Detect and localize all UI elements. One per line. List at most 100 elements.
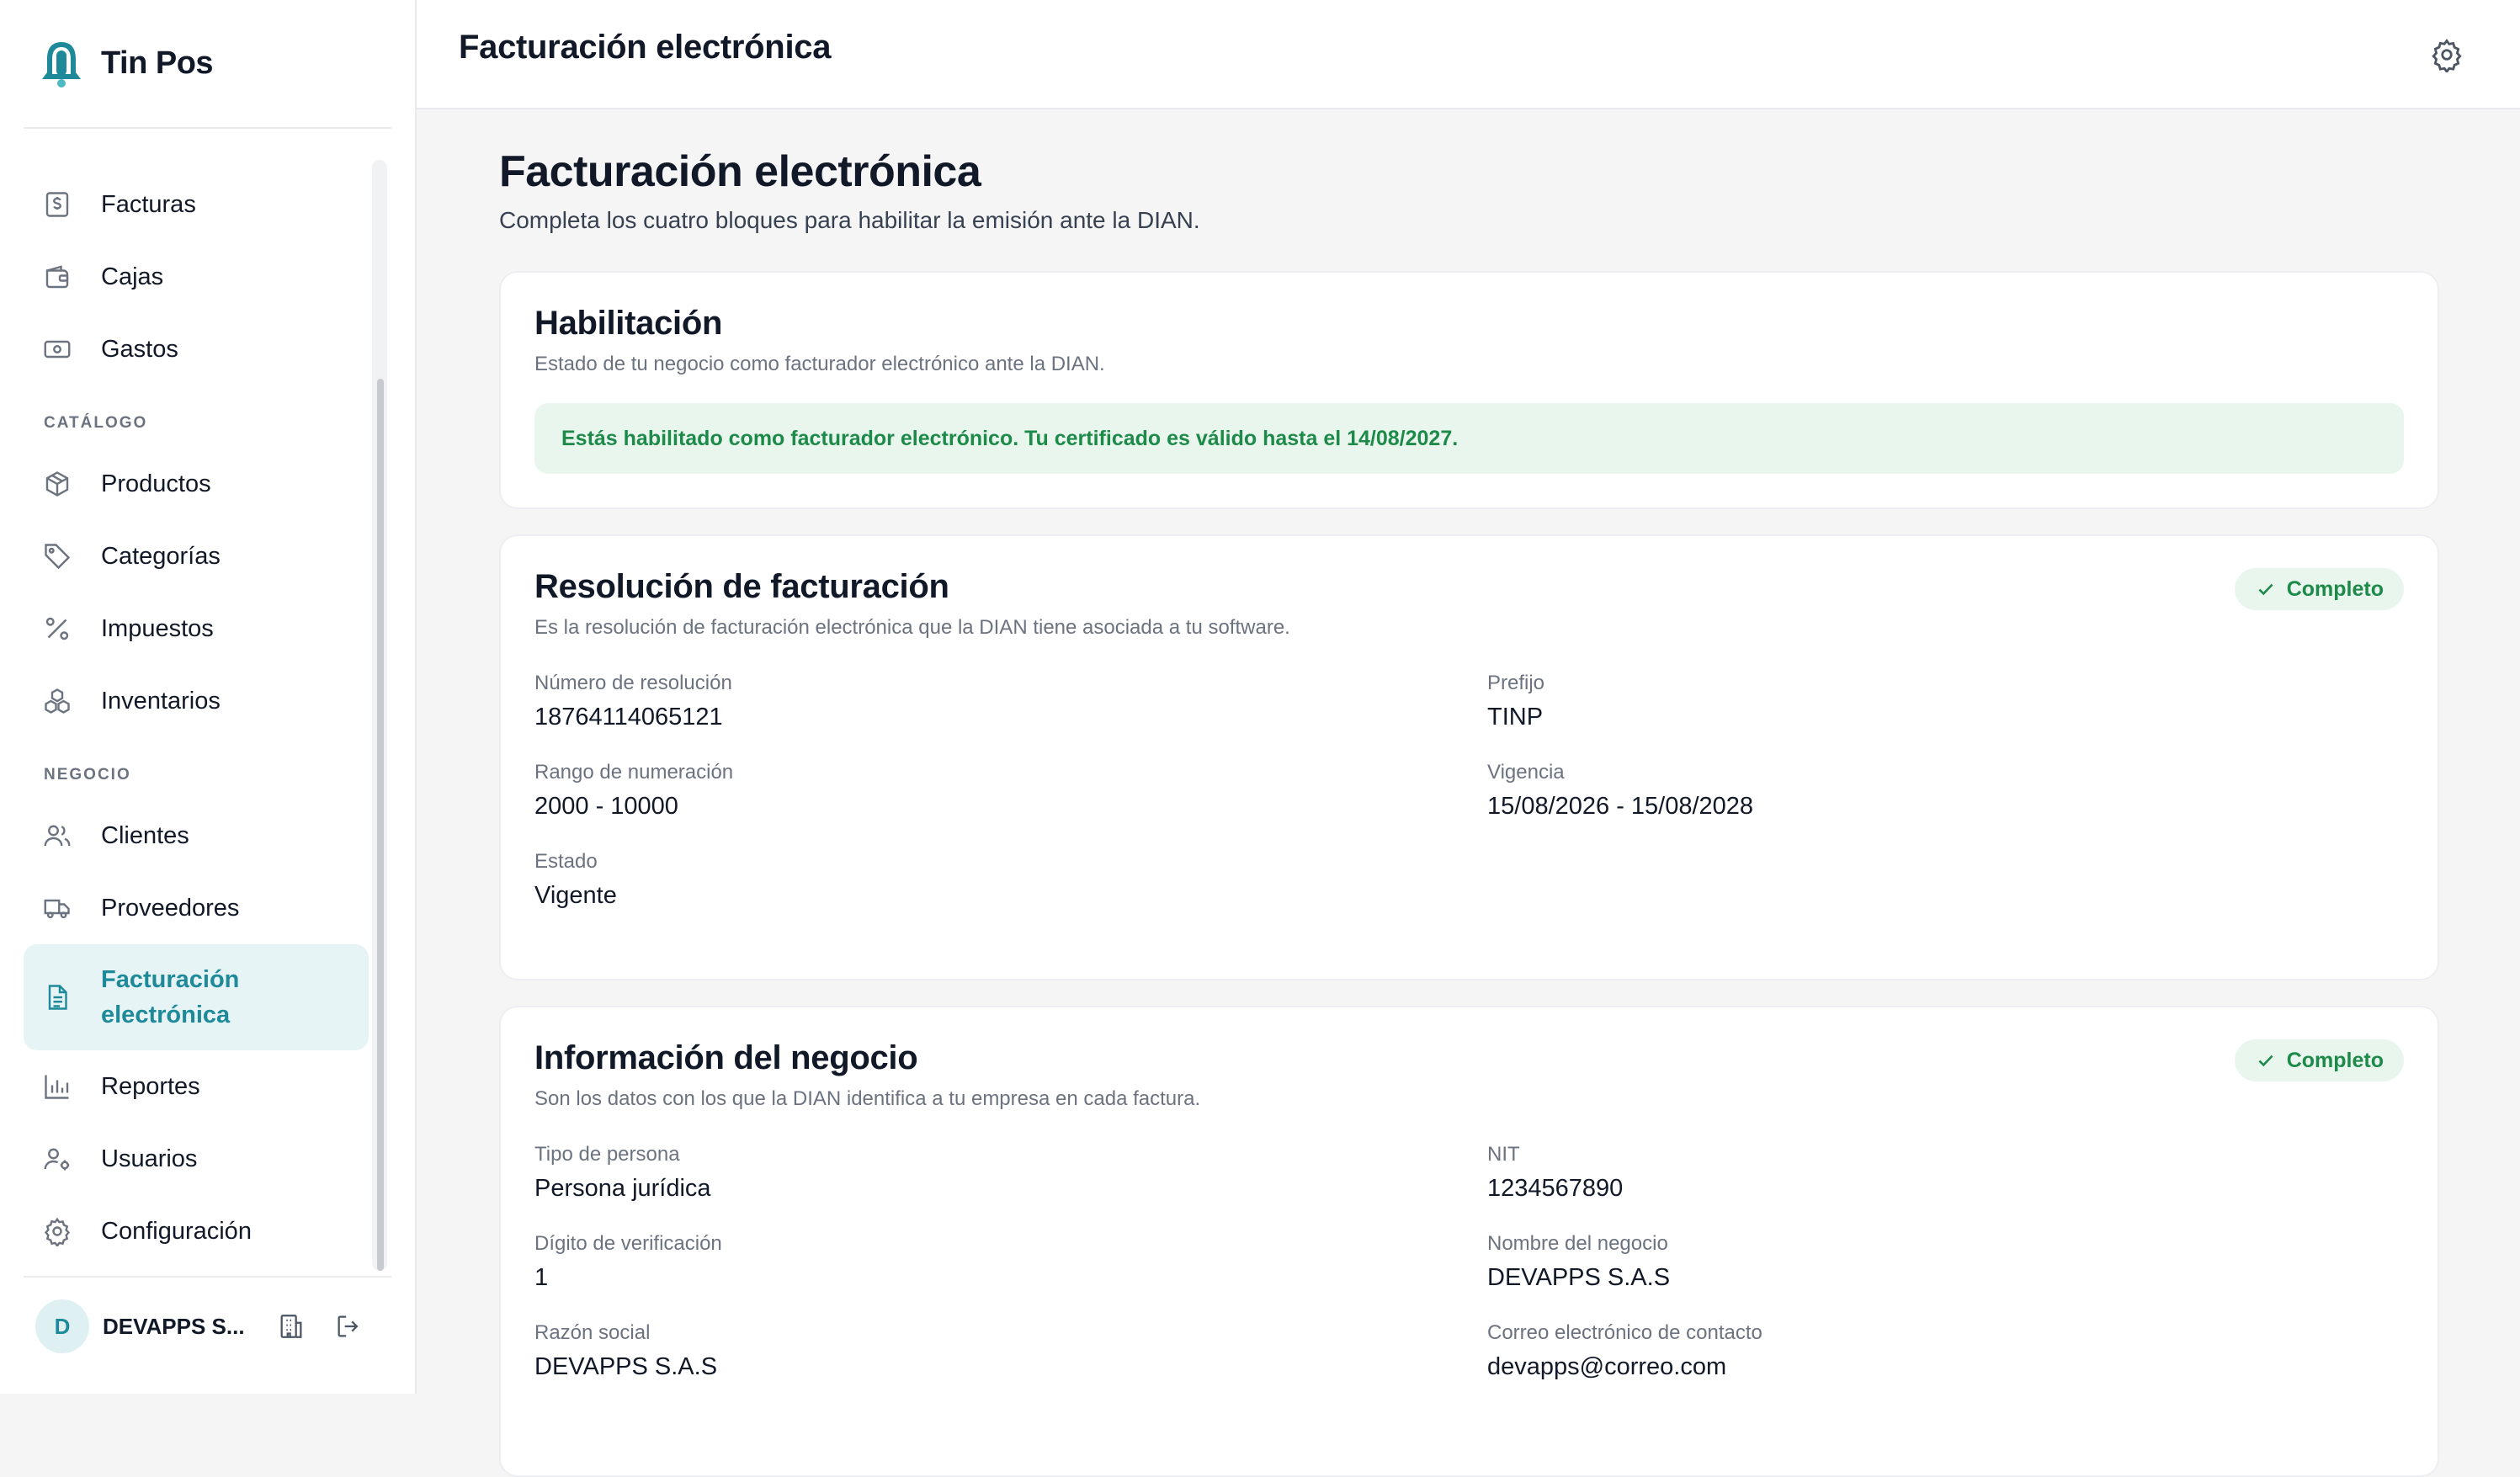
resolucion-fields: Número de resolución 18764114065121 Pref… — [534, 658, 2404, 926]
section-business: NEGOCIO — [44, 766, 131, 784]
sidebar-item-gastos[interactable]: Gastos — [24, 313, 369, 385]
field-label: Rango de numeración — [534, 761, 734, 784]
bell-logo-icon — [42, 42, 81, 88]
status-badge-label: Completo — [2286, 1048, 2384, 1072]
box-icon — [45, 471, 69, 497]
card-description: Son los datos con los que la DIAN identi… — [534, 1087, 1201, 1110]
field-label: Nombre del negocio — [1487, 1232, 1668, 1255]
field-value: 1 — [534, 1264, 549, 1291]
field-nombre-negocio: Nombre del negocio DEVAPPS S.A.S — [1487, 1219, 2413, 1308]
field-vigencia: Vigencia 15/08/2026 - 15/08/2028 — [1487, 747, 2413, 837]
brand-name: Tin Pos — [101, 45, 214, 81]
card-title: Información del negocio — [534, 1039, 918, 1076]
sidebar-item-categorias[interactable]: Categorías — [24, 520, 369, 592]
switch-business-button[interactable] — [271, 1306, 311, 1347]
dollar-receipt-icon — [45, 192, 69, 217]
sidebar-item-label: Clientes — [101, 821, 189, 849]
field-value: 15/08/2026 - 15/08/2028 — [1487, 793, 1754, 820]
sidebar-item-label: Reportes — [101, 1072, 200, 1100]
sidebar-item-configuracion[interactable]: Configuración — [24, 1195, 369, 1267]
status-badge-label: Completo — [2286, 576, 2384, 601]
negocio-card: Información del negocio Completo Son los… — [499, 1006, 2439, 1477]
bar-chart-icon — [45, 1075, 69, 1099]
check-icon — [2258, 583, 2273, 596]
sidebar-scrollbar-thumb[interactable] — [377, 379, 384, 1271]
status-badge: Completo — [2234, 568, 2404, 610]
percent-icon — [45, 617, 69, 640]
sidebar-item-label: Impuestos — [101, 614, 214, 642]
user-panel: D DEVAPPS S... — [35, 1299, 369, 1353]
sidebar-item-proveedores[interactable]: Proveedores — [24, 872, 369, 944]
field-rango-numeracion: Rango de numeración 2000 - 10000 — [534, 747, 1487, 837]
card-title: Habilitación — [534, 305, 723, 342]
field-label: Tipo de persona — [534, 1143, 680, 1166]
sidebar-item-productos[interactable]: Productos — [24, 448, 369, 520]
field-value: Persona jurídica — [534, 1175, 711, 1202]
field-value: Vigente — [534, 882, 617, 909]
boxes-icon — [45, 688, 70, 714]
sidebar-item-facturas[interactable]: Facturas — [24, 168, 369, 241]
status-badge: Completo — [2234, 1039, 2404, 1081]
users-icon — [44, 825, 71, 847]
sidebar-nav: Facturas Cajas Gastos CATÁLOGO Productos — [24, 168, 369, 1267]
field-prefijo: Prefijo TINP — [1487, 658, 2413, 747]
field-label: Dígito de verificación — [534, 1232, 722, 1255]
document-icon — [48, 985, 67, 1010]
sidebar-item-reportes[interactable]: Reportes — [24, 1050, 369, 1123]
field-correo-contacto: Correo electrónico de contacto devapps@c… — [1487, 1308, 2413, 1397]
sidebar: Tin Pos Facturas Cajas Gastos CATÁLOGO P… — [0, 0, 417, 1394]
user-cog-icon — [44, 1148, 70, 1171]
main-content: Facturación electrónica Completa los cua… — [499, 109, 2439, 1477]
sidebar-item-label: Facturación electrónica — [101, 966, 240, 1028]
logout-icon — [338, 1315, 359, 1337]
truck-icon — [44, 899, 70, 919]
avatar[interactable]: D — [35, 1299, 89, 1353]
sidebar-item-impuestos[interactable]: Impuestos — [24, 592, 369, 665]
field-nit: NIT 1234567890 — [1487, 1129, 2413, 1219]
field-numero-resolucion: Número de resolución 18764114065121 — [534, 658, 1487, 747]
sidebar-item-label: Facturas — [101, 190, 196, 218]
field-value: TINP — [1487, 704, 1544, 731]
sidebar-item-label: Inventarios — [101, 687, 221, 715]
section-catalog: CATÁLOGO — [44, 414, 148, 432]
user-divider — [24, 1276, 391, 1278]
field-value: devapps@correo.com — [1487, 1353, 1727, 1380]
sidebar-item-label: Proveedores — [101, 894, 240, 922]
settings-gear-icon[interactable] — [2429, 37, 2464, 72]
page-title: Facturación electrónica — [499, 147, 981, 196]
card-title: Resolución de facturación — [534, 568, 949, 605]
sidebar-item-facturacion-electronica[interactable]: Facturación electrónica — [24, 944, 369, 1050]
tag-icon — [45, 544, 71, 570]
field-value: 1234567890 — [1487, 1175, 1624, 1202]
top-header: Facturación electrónica — [417, 0, 2520, 109]
field-label: Correo electrónico de contacto — [1487, 1321, 1762, 1344]
brand-divider — [24, 127, 391, 129]
field-value: DEVAPPS S.A.S — [534, 1353, 718, 1380]
user-name: DEVAPPS S... — [103, 1313, 245, 1339]
check-icon — [2258, 1055, 2273, 1067]
sidebar-item-label: Categorías — [101, 542, 221, 570]
card-description: Es la resolución de facturación electrón… — [534, 616, 1290, 639]
field-label: NIT — [1487, 1143, 1520, 1166]
field-value: 18764114065121 — [534, 704, 723, 731]
field-digito-verificacion: Dígito de verificación 1 — [534, 1219, 1487, 1308]
banknote-icon — [44, 340, 71, 359]
sidebar-item-label: Cajas — [101, 263, 164, 290]
resolucion-card: Resolución de facturación Completo Es la… — [499, 534, 2439, 980]
sidebar-item-cajas[interactable]: Cajas — [24, 241, 369, 313]
field-label: Estado — [534, 850, 598, 873]
sidebar-item-inventarios[interactable]: Inventarios — [24, 665, 369, 737]
sidebar-item-label: Usuarios — [101, 1145, 198, 1172]
brand[interactable]: Tin Pos — [35, 34, 214, 93]
card-description: Estado de tu negocio como facturador ele… — [534, 353, 1105, 375]
wallet-icon — [45, 265, 69, 289]
field-label: Prefijo — [1487, 672, 1545, 694]
sidebar-item-clientes[interactable]: Clientes — [24, 800, 369, 872]
habilitacion-status-alert: Estás habilitado como facturador electró… — [534, 403, 2404, 474]
field-value: 2000 - 10000 — [534, 793, 678, 820]
logout-button[interactable] — [328, 1306, 369, 1347]
building-icon — [280, 1315, 302, 1338]
header-title: Facturación electrónica — [459, 29, 832, 66]
sidebar-item-label: Gastos — [101, 335, 178, 363]
sidebar-item-usuarios[interactable]: Usuarios — [24, 1123, 369, 1195]
